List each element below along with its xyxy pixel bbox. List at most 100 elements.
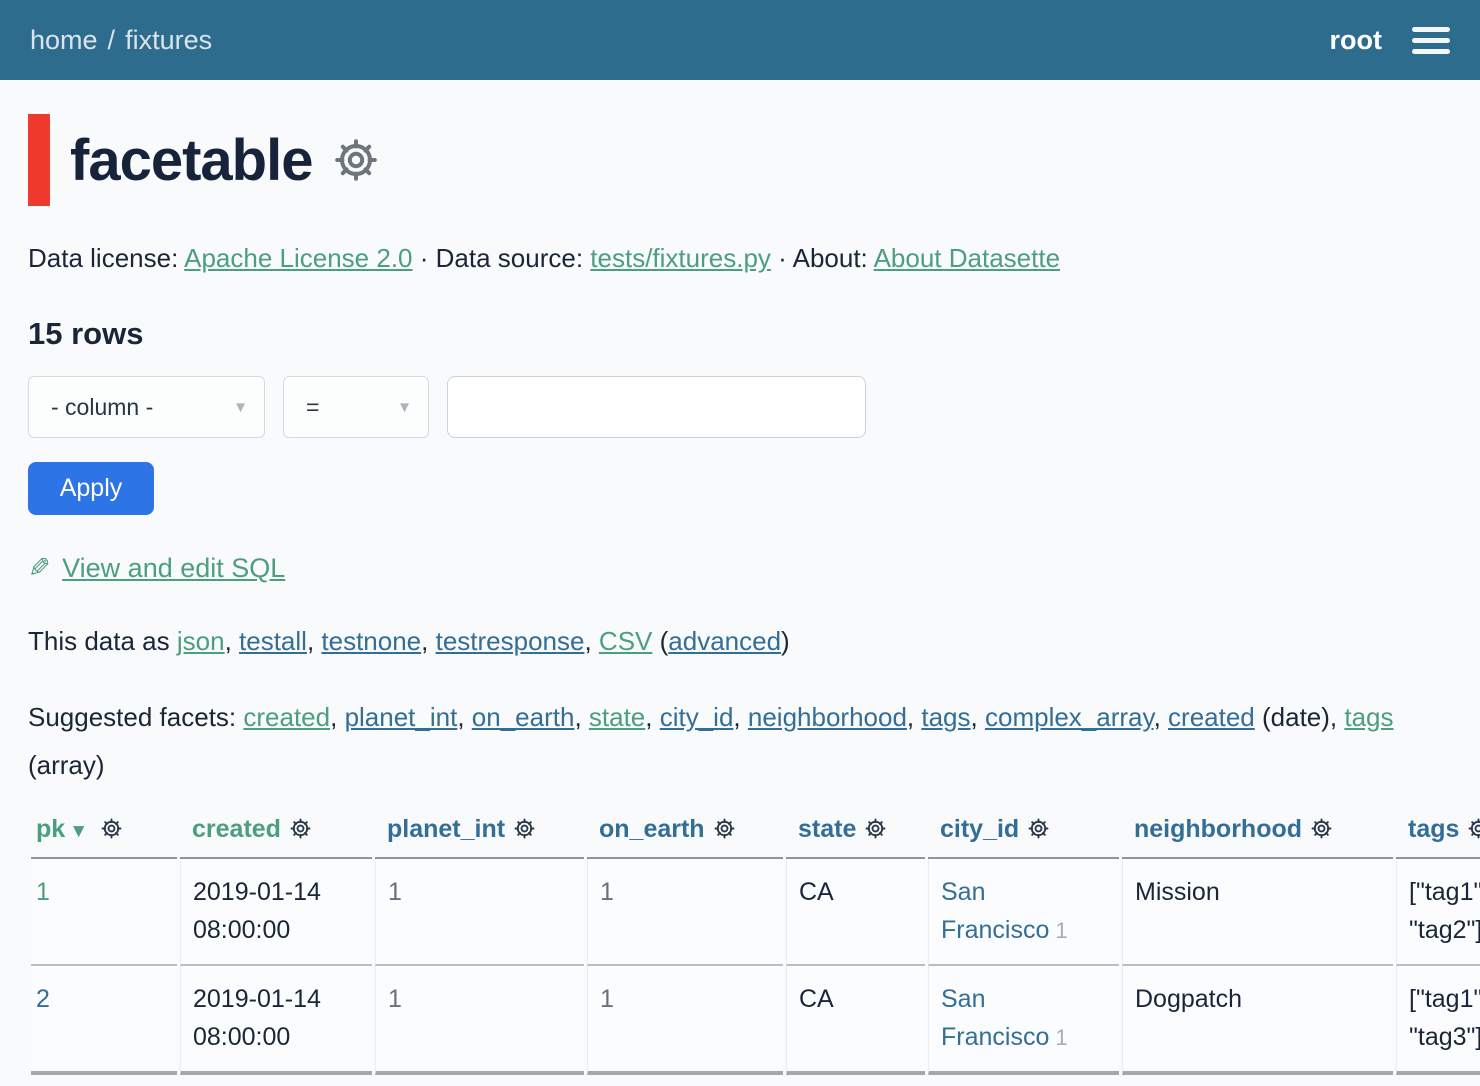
user-root-link[interactable]: root <box>1330 25 1382 56</box>
filter-operator-select[interactable]: = ▼ <box>283 376 429 438</box>
breadcrumb-fixtures-link[interactable]: fixtures <box>125 25 212 56</box>
column-header-state: state <box>786 805 925 859</box>
cell-created: 2019-01-14 08:00:00 <box>180 966 372 1075</box>
export-link-testnone[interactable]: testnone <box>321 626 421 656</box>
chevron-down-icon: ▼ <box>233 399 248 416</box>
column-gear-icon[interactable] <box>864 817 887 840</box>
export-link-json[interactable]: json <box>177 626 225 656</box>
column-header-neighborhood-link[interactable]: neighborhood <box>1134 815 1302 843</box>
filter-column-select[interactable]: - column - ▼ <box>28 376 265 438</box>
cell-planet-int: 1 <box>375 966 584 1075</box>
data-table: pk▼ created planet_int on_earth state ci… <box>28 805 1480 1075</box>
row-pk-link[interactable]: 2 <box>36 985 50 1013</box>
export-link-testall[interactable]: testall <box>239 626 307 656</box>
breadcrumb-separator: / <box>108 25 116 56</box>
license-label: Data license: <box>28 243 178 273</box>
facet-link-city-id[interactable]: city_id <box>660 702 734 732</box>
cell-planet-int: 1 <box>375 859 584 966</box>
about-link[interactable]: About Datasette <box>874 243 1060 273</box>
facet-link-tags-array[interactable]: tags <box>1344 702 1393 732</box>
separator: , <box>907 702 921 732</box>
column-header-on-earth: on_earth <box>587 805 783 859</box>
row-pk-link[interactable]: 1 <box>36 878 50 906</box>
column-gear-icon[interactable] <box>1467 817 1480 840</box>
foreign-key-id: 1 <box>1055 918 1067 943</box>
city-link[interactable]: San Francisco <box>941 985 1049 1051</box>
facet-link-tags[interactable]: tags <box>921 702 970 732</box>
license-link[interactable]: Apache License 2.0 <box>184 243 412 273</box>
column-header-neighborhood: neighborhood <box>1122 805 1393 859</box>
facet-link-state[interactable]: state <box>589 702 645 732</box>
apply-button[interactable]: Apply <box>28 462 154 515</box>
cell-state: CA <box>786 859 925 966</box>
cell-city-id: San Francisco1 <box>928 966 1119 1075</box>
column-header-pk-link[interactable]: pk <box>36 815 65 843</box>
export-link-csv[interactable]: CSV <box>599 626 652 656</box>
breadcrumb-home-link[interactable]: home <box>30 25 98 56</box>
cell-city-id: San Francisco1 <box>928 859 1119 966</box>
separator: , <box>584 626 598 656</box>
cell-pk: 1 <box>31 859 177 966</box>
column-header-on-earth-link[interactable]: on_earth <box>599 815 705 843</box>
column-gear-icon[interactable] <box>289 817 312 840</box>
breadcrumb: home / fixtures <box>30 25 212 56</box>
separator: , <box>225 626 239 656</box>
cell-on-earth: 1 <box>587 966 783 1075</box>
column-header-created-link[interactable]: created <box>192 815 281 843</box>
export-link-testresponse[interactable]: testresponse <box>436 626 585 656</box>
source-label: Data source: <box>436 243 583 273</box>
column-header-city-id-link[interactable]: city_id <box>940 815 1019 843</box>
source-link[interactable]: tests/fixtures.py <box>590 243 771 273</box>
facet-link-created-date[interactable]: created <box>1168 702 1255 732</box>
column-header-created: created <box>180 805 372 859</box>
column-gear-icon[interactable] <box>100 817 123 840</box>
column-gear-icon[interactable] <box>713 817 736 840</box>
sort-desc-icon: ▼ <box>69 821 88 842</box>
column-gear-icon[interactable] <box>1310 817 1333 840</box>
filter-column-value: - column - <box>51 394 153 421</box>
metadata-line: Data license: Apache License 2.0 · Data … <box>28 240 1452 276</box>
column-header-pk: pk▼ <box>31 805 177 859</box>
cell-pk: 2 <box>31 966 177 1075</box>
facet-link-complex-array[interactable]: complex_array <box>985 702 1154 732</box>
separator: , <box>421 626 435 656</box>
pencil-icon: ✎ <box>28 553 51 584</box>
cell-neighborhood: Dogpatch <box>1122 966 1393 1075</box>
page-content: facetable Data license: Apache License 2… <box>0 114 1480 1075</box>
cell-tags: ["tag1", "tag3"] <box>1396 966 1480 1075</box>
view-edit-sql-link[interactable]: View and edit SQL <box>62 553 285 583</box>
facet-link-created[interactable]: created <box>243 702 330 732</box>
separator-dot: · <box>778 243 787 273</box>
about-label: About: <box>793 243 868 273</box>
export-prefix: This data as <box>28 626 177 656</box>
table-settings-gear-icon[interactable] <box>332 136 380 184</box>
menu-icon[interactable] <box>1412 27 1450 54</box>
column-header-tags-link[interactable]: tags <box>1408 815 1459 843</box>
title-accent-bar <box>28 114 50 206</box>
table-row: 1 2019-01-14 08:00:00 1 1 CA San Francis… <box>31 859 1480 966</box>
city-link[interactable]: San Francisco <box>941 878 1049 944</box>
facet-link-planet-int[interactable]: planet_int <box>345 702 458 732</box>
export-link-advanced[interactable]: advanced <box>668 626 781 656</box>
export-links-line: This data as json, testall, testnone, te… <box>28 626 1452 657</box>
facet-link-on-earth[interactable]: on_earth <box>472 702 575 732</box>
column-gear-icon[interactable] <box>1027 817 1050 840</box>
separator: , <box>645 702 659 732</box>
row-count-heading: 15 rows <box>28 316 1452 352</box>
table-row: 2 2019-01-14 08:00:00 1 1 CA San Francis… <box>31 966 1480 1075</box>
suggested-facets-line: Suggested facets: created, planet_int, o… <box>28 693 1452 789</box>
separator: , <box>574 702 588 732</box>
title-row: facetable <box>28 114 1452 206</box>
separator: , <box>971 702 985 732</box>
column-header-planet-int-link[interactable]: planet_int <box>387 815 505 843</box>
column-header-state-link[interactable]: state <box>798 815 856 843</box>
menu-bar <box>1412 38 1450 43</box>
facet-link-neighborhood[interactable]: neighborhood <box>748 702 907 732</box>
filter-value-input[interactable] <box>447 376 866 438</box>
separator: (date), <box>1255 702 1345 732</box>
column-gear-icon[interactable] <box>513 817 536 840</box>
cell-on-earth: 1 <box>587 859 783 966</box>
separator: , <box>330 702 344 732</box>
menu-bar <box>1412 49 1450 54</box>
facets-label: Suggested facets: <box>28 702 243 732</box>
